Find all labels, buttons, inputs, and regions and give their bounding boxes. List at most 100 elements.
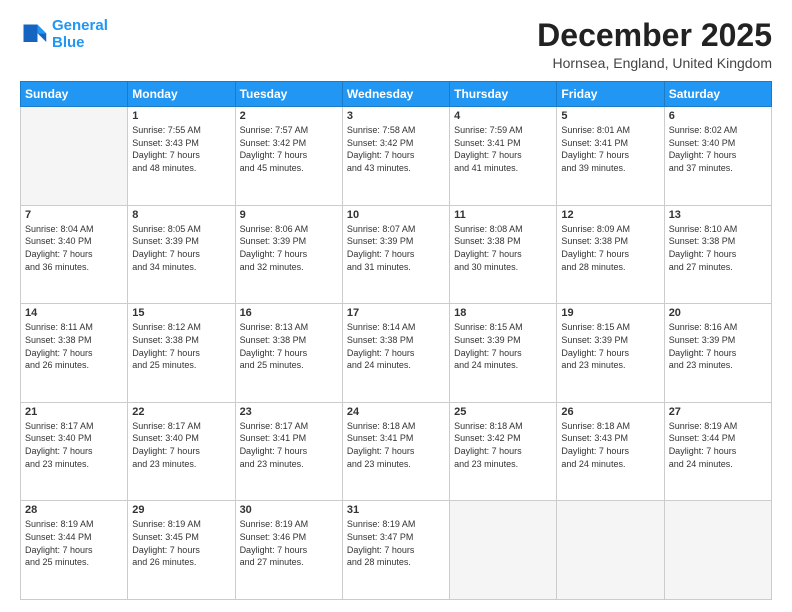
day-info: Sunrise: 7:58 AMSunset: 3:42 PMDaylight:… [347, 124, 445, 174]
calendar-cell: 4 Sunrise: 7:59 AMSunset: 3:41 PMDaylight… [450, 107, 557, 206]
day-info: Sunrise: 8:05 AMSunset: 3:39 PMDaylight:… [132, 223, 230, 273]
day-number: 15 [132, 307, 230, 319]
calendar-cell: 24 Sunrise: 8:18 AMSunset: 3:41 PMDayligh… [342, 402, 449, 501]
day-info: Sunrise: 8:17 AMSunset: 3:40 PMDaylight:… [132, 420, 230, 470]
day-info: Sunrise: 8:14 AMSunset: 3:38 PMDaylight:… [347, 321, 445, 371]
calendar-cell: 19 Sunrise: 8:15 AMSunset: 3:39 PMDayligh… [557, 304, 664, 403]
day-info: Sunrise: 8:02 AMSunset: 3:40 PMDaylight:… [669, 124, 767, 174]
calendar-cell: 12 Sunrise: 8:09 AMSunset: 3:38 PMDayligh… [557, 205, 664, 304]
day-info: Sunrise: 8:16 AMSunset: 3:39 PMDaylight:… [669, 321, 767, 371]
calendar-cell: 27 Sunrise: 8:19 AMSunset: 3:44 PMDayligh… [664, 402, 771, 501]
day-number: 30 [240, 504, 338, 516]
day-number: 9 [240, 209, 338, 221]
calendar-cell: 16Sunrise: 8:13 AMSunset: 3:38 PMDayligh… [235, 304, 342, 403]
day-number: 21 [25, 406, 123, 418]
header: General Blue December 2025 Hornsea, Engl… [20, 18, 772, 71]
calendar-cell: 30 Sunrise: 8:19 AMSunset: 3:46 PMDayligh… [235, 501, 342, 600]
day-info: Sunrise: 8:04 AMSunset: 3:40 PMDaylight:… [25, 223, 123, 273]
logo-icon [20, 21, 48, 49]
day-info: Sunrise: 8:08 AMSunset: 3:38 PMDaylight:… [454, 223, 552, 273]
calendar-week-row: 28Sunrise: 8:19 AMSunset: 3:44 PMDayligh… [21, 501, 772, 600]
page: General Blue December 2025 Hornsea, Engl… [0, 0, 792, 612]
day-number: 5 [561, 110, 659, 122]
calendar-cell: 15Sunrise: 8:12 AMSunset: 3:38 PMDayligh… [128, 304, 235, 403]
calendar-cell: 29 Sunrise: 8:19 AMSunset: 3:45 PMDayligh… [128, 501, 235, 600]
day-number: 13 [669, 209, 767, 221]
day-number: 23 [240, 406, 338, 418]
day-number: 19 [561, 307, 659, 319]
calendar-cell [557, 501, 664, 600]
day-number: 27 [669, 406, 767, 418]
day-number: 29 [132, 504, 230, 516]
day-info: Sunrise: 8:11 AMSunset: 3:38 PMDaylight:… [25, 321, 123, 371]
day-number: 20 [669, 307, 767, 319]
calendar-cell: 13Sunrise: 8:10 AMSunset: 3:38 PMDayligh… [664, 205, 771, 304]
day-number: 14 [25, 307, 123, 319]
calendar-day-header: Sunday [21, 82, 128, 107]
day-info: Sunrise: 8:07 AMSunset: 3:39 PMDaylight:… [347, 223, 445, 273]
calendar-cell: 11Sunrise: 8:08 AMSunset: 3:38 PMDayligh… [450, 205, 557, 304]
calendar-cell: 7 Sunrise: 8:04 AMSunset: 3:40 PMDaylight… [21, 205, 128, 304]
day-info: Sunrise: 8:13 AMSunset: 3:38 PMDaylight:… [240, 321, 338, 371]
day-number: 18 [454, 307, 552, 319]
day-number: 8 [132, 209, 230, 221]
day-number: 31 [347, 504, 445, 516]
calendar-cell: 31 Sunrise: 8:19 AMSunset: 3:47 PMDayligh… [342, 501, 449, 600]
calendar-cell: 14 Sunrise: 8:11 AMSunset: 3:38 PMDayligh… [21, 304, 128, 403]
day-number: 24 [347, 406, 445, 418]
day-number: 2 [240, 110, 338, 122]
calendar-cell: 9Sunrise: 8:06 AMSunset: 3:39 PMDaylight… [235, 205, 342, 304]
day-info: Sunrise: 8:17 AMSunset: 3:40 PMDaylight:… [25, 420, 123, 470]
calendar-header-row: SundayMondayTuesdayWednesdayThursdayFrid… [21, 82, 772, 107]
day-number: 22 [132, 406, 230, 418]
calendar-cell: 3 Sunrise: 7:58 AMSunset: 3:42 PMDaylight… [342, 107, 449, 206]
day-info: Sunrise: 7:59 AMSunset: 3:41 PMDaylight:… [454, 124, 552, 174]
calendar-table: SundayMondayTuesdayWednesdayThursdayFrid… [20, 81, 772, 600]
day-number: 4 [454, 110, 552, 122]
calendar-week-row: 7 Sunrise: 8:04 AMSunset: 3:40 PMDaylight… [21, 205, 772, 304]
day-info: Sunrise: 8:01 AMSunset: 3:41 PMDaylight:… [561, 124, 659, 174]
calendar-cell: 17 Sunrise: 8:14 AMSunset: 3:38 PMDayligh… [342, 304, 449, 403]
day-info: Sunrise: 8:18 AMSunset: 3:41 PMDaylight:… [347, 420, 445, 470]
day-info: Sunrise: 8:19 AMSunset: 3:44 PMDaylight:… [669, 420, 767, 470]
day-info: Sunrise: 8:09 AMSunset: 3:38 PMDaylight:… [561, 223, 659, 273]
day-info: Sunrise: 8:15 AMSunset: 3:39 PMDaylight:… [454, 321, 552, 371]
logo-line2: Blue [52, 34, 85, 51]
day-info: Sunrise: 8:19 AMSunset: 3:46 PMDaylight:… [240, 518, 338, 568]
calendar-week-row: 1Sunrise: 7:55 AMSunset: 3:43 PMDaylight… [21, 107, 772, 206]
day-info: Sunrise: 8:19 AMSunset: 3:47 PMDaylight:… [347, 518, 445, 568]
day-number: 6 [669, 110, 767, 122]
calendar-cell: 20 Sunrise: 8:16 AMSunset: 3:39 PMDayligh… [664, 304, 771, 403]
day-number: 17 [347, 307, 445, 319]
calendar-cell: 10Sunrise: 8:07 AMSunset: 3:39 PMDayligh… [342, 205, 449, 304]
calendar-week-row: 21 Sunrise: 8:17 AMSunset: 3:40 PMDayligh… [21, 402, 772, 501]
day-number: 26 [561, 406, 659, 418]
calendar-cell: 22 Sunrise: 8:17 AMSunset: 3:40 PMDayligh… [128, 402, 235, 501]
main-title: December 2025 [537, 18, 772, 53]
logo: General Blue [20, 18, 108, 51]
calendar-cell [664, 501, 771, 600]
day-number: 28 [25, 504, 123, 516]
calendar-cell: 21 Sunrise: 8:17 AMSunset: 3:40 PMDayligh… [21, 402, 128, 501]
day-info: Sunrise: 8:17 AMSunset: 3:41 PMDaylight:… [240, 420, 338, 470]
calendar-week-row: 14 Sunrise: 8:11 AMSunset: 3:38 PMDayligh… [21, 304, 772, 403]
calendar-cell [21, 107, 128, 206]
calendar-cell [450, 501, 557, 600]
day-info: Sunrise: 8:18 AMSunset: 3:43 PMDaylight:… [561, 420, 659, 470]
day-number: 3 [347, 110, 445, 122]
subtitle: Hornsea, England, United Kingdom [537, 55, 772, 71]
day-number: 7 [25, 209, 123, 221]
calendar-day-header: Friday [557, 82, 664, 107]
calendar-cell: 8 Sunrise: 8:05 AMSunset: 3:39 PMDaylight… [128, 205, 235, 304]
calendar-day-header: Monday [128, 82, 235, 107]
day-number: 12 [561, 209, 659, 221]
day-info: Sunrise: 8:19 AMSunset: 3:45 PMDaylight:… [132, 518, 230, 568]
day-info: Sunrise: 8:15 AMSunset: 3:39 PMDaylight:… [561, 321, 659, 371]
calendar-cell: 5 Sunrise: 8:01 AMSunset: 3:41 PMDaylight… [557, 107, 664, 206]
calendar-day-header: Wednesday [342, 82, 449, 107]
logo-text: General Blue [52, 18, 108, 51]
calendar-cell: 6 Sunrise: 8:02 AMSunset: 3:40 PMDaylight… [664, 107, 771, 206]
calendar-day-header: Tuesday [235, 82, 342, 107]
day-info: Sunrise: 8:18 AMSunset: 3:42 PMDaylight:… [454, 420, 552, 470]
day-info: Sunrise: 7:57 AMSunset: 3:42 PMDaylight:… [240, 124, 338, 174]
